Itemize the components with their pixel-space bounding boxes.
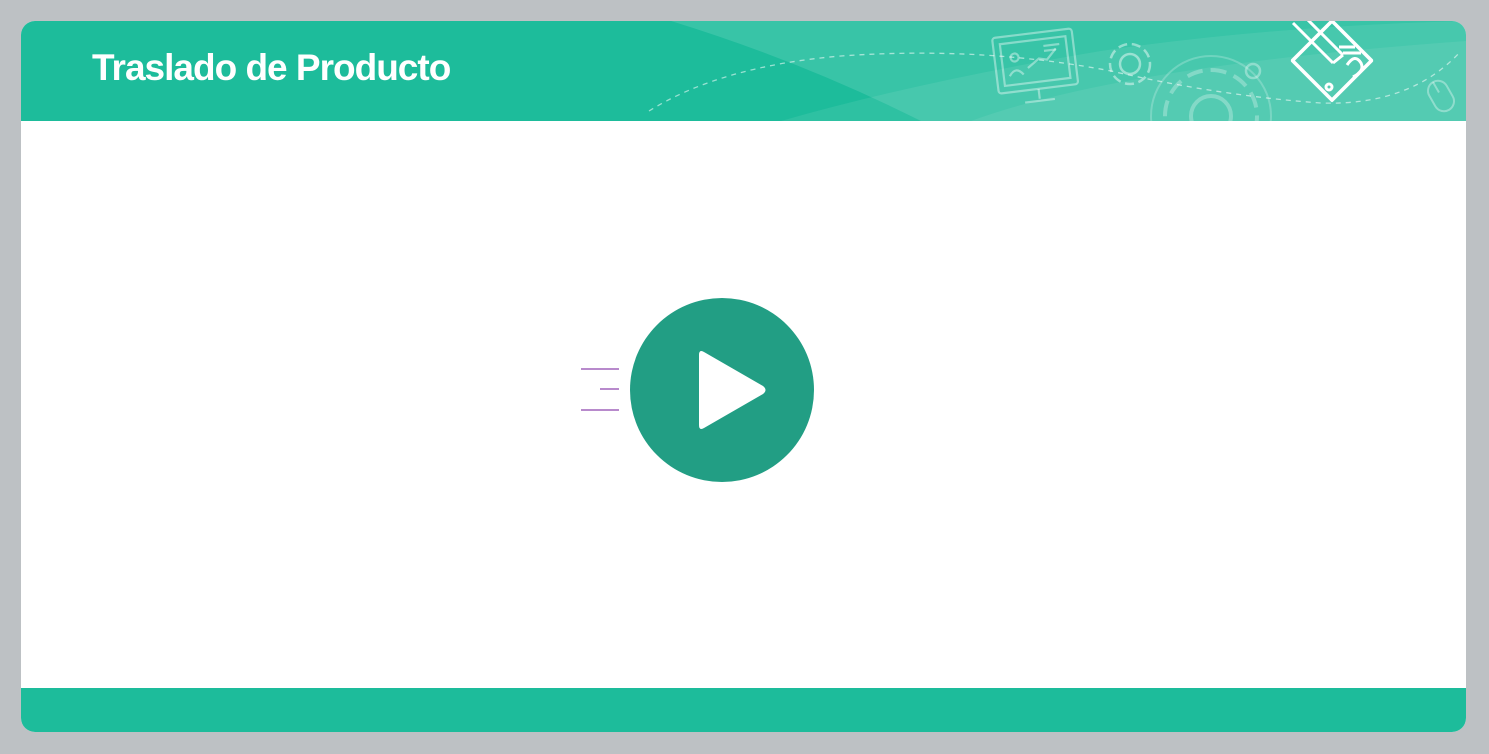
video-card: Traslado de Producto bbox=[21, 21, 1466, 732]
header-banner: Traslado de Producto bbox=[21, 21, 1466, 121]
motion-lines-icon bbox=[581, 368, 619, 411]
video-area[interactable] bbox=[21, 121, 1466, 688]
play-button[interactable] bbox=[630, 298, 814, 482]
page-title: Traslado de Producto bbox=[92, 47, 451, 88]
footer-bar bbox=[21, 688, 1466, 732]
play-icon bbox=[699, 351, 766, 429]
